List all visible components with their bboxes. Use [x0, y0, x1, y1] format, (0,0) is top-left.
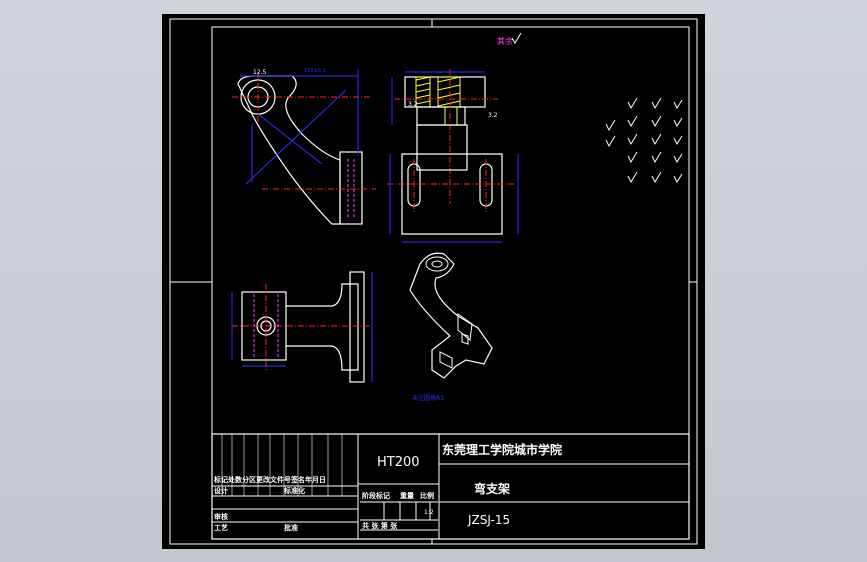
front-view: 150±0.1 12.5: [232, 68, 376, 225]
roughness-check-icon: [511, 32, 522, 44]
ratio-label: 比例: [420, 491, 434, 500]
roughness-symbol-palette: [605, 98, 683, 184]
isometric-view: 未注圆角R3: [409, 252, 493, 402]
drawing-svg: 其余 150±0.1 12.5 3.2 3.2 未注圆角R3 HT200 东莞理…: [169, 18, 698, 545]
svg-text:150±0.1: 150±0.1: [304, 68, 326, 74]
process-label: 工艺: [214, 523, 228, 532]
drawing-number: JZSJ-15: [467, 513, 510, 527]
standardize-label: 标准化: [283, 486, 305, 495]
roughness-note: 其余: [497, 36, 513, 46]
top-view: [231, 271, 373, 383]
side-view: [387, 124, 519, 243]
review-label: 审核: [214, 512, 228, 521]
design-label: 设计: [214, 486, 228, 495]
material-label: HT200: [377, 455, 420, 470]
title-block: HT200 东莞理工学院城市学院 弯支架 JZSJ-15 标记处数分区更改文件号…: [211, 433, 690, 540]
roughness-right: 3.2: [488, 112, 498, 119]
drawing-sheet: 其余 150±0.1 12.5 3.2 3.2 未注圆角R3 HT200 东莞理…: [162, 14, 705, 549]
stage-label: 阶段标记: [362, 491, 390, 500]
weight-label: 重量: [400, 491, 414, 500]
revision-row: 标记处数分区更改文件号签名年月日: [213, 475, 326, 484]
svg-text:未注圆角R3: 未注圆角R3: [412, 394, 444, 402]
scale-value: 1:2: [424, 509, 434, 516]
sheets-label: 共 张 第 张: [362, 521, 398, 530]
roughness-hole: 12.5: [253, 69, 267, 76]
school-name: 东莞理工学院城市学院: [442, 442, 562, 457]
roughness-left: 3.2: [408, 101, 418, 108]
cad-viewport[interactable]: 其余 150±0.1 12.5 3.2 3.2 未注圆角R3 HT200 东莞理…: [0, 0, 867, 562]
roughness-symbols: [605, 98, 683, 184]
approve-label: 批准: [284, 523, 298, 532]
part-name: 弯支架: [474, 481, 510, 496]
